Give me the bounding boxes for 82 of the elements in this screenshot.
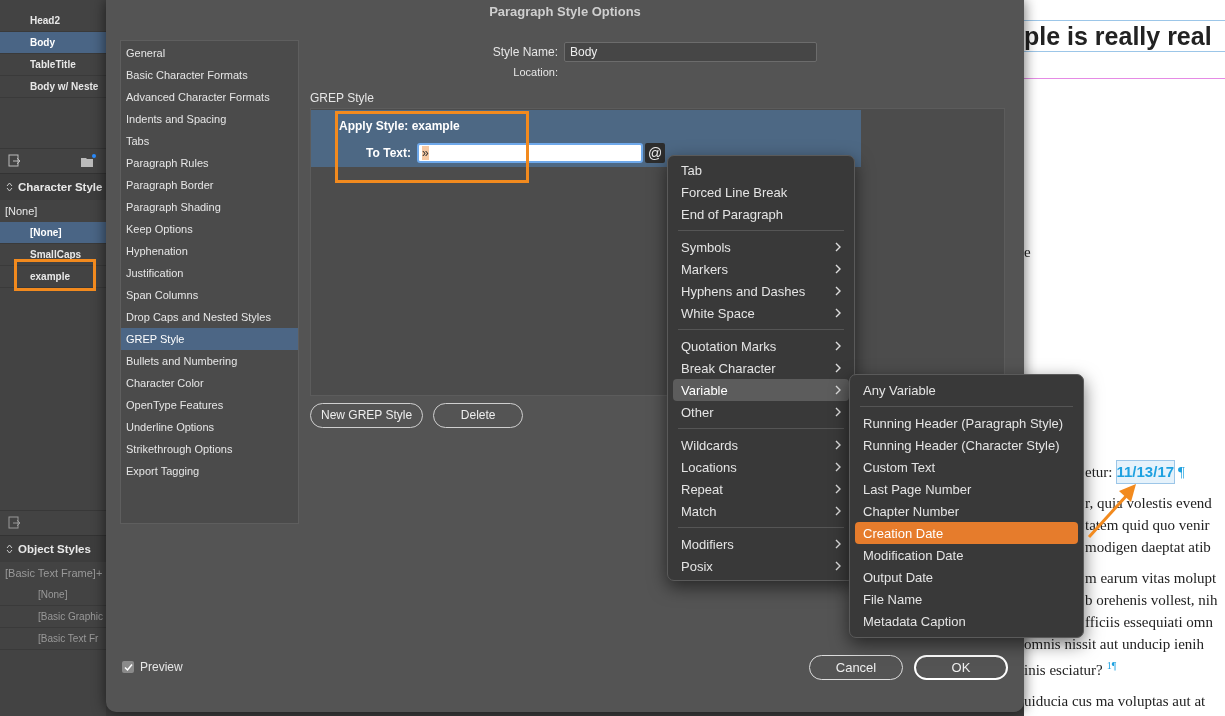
checkbox-label: Preview [140, 660, 183, 674]
category-item[interactable]: Justification [121, 262, 298, 284]
category-item[interactable]: Hyphenation [121, 240, 298, 262]
menu-item[interactable]: Modifiers [673, 533, 849, 555]
category-item[interactable]: Basic Character Formats [121, 64, 298, 86]
folder-icon[interactable] [80, 154, 96, 168]
body-text: m earum vitas molupt [1084, 569, 1218, 588]
menu-item[interactable]: Posix [673, 555, 849, 577]
menu-item[interactable]: Wildcards [673, 434, 849, 456]
category-item[interactable]: GREP Style [121, 328, 298, 350]
menu-item[interactable]: Metadata Caption [855, 610, 1078, 632]
section-title: GREP Style [310, 90, 375, 107]
menu-item[interactable]: Hyphens and Dashes [673, 280, 849, 302]
field-label: Style Name: [491, 45, 558, 59]
menu-item[interactable]: Locations [673, 456, 849, 478]
current-style: [None] [4, 204, 39, 219]
new-style-icon[interactable] [8, 154, 22, 168]
menu-item[interactable]: File Name [855, 588, 1078, 610]
apply-style-label: Apply Style: example [338, 118, 461, 135]
category-item[interactable]: General [121, 42, 298, 64]
preview-checkbox[interactable] [122, 661, 134, 673]
body-text: uiducia cus ma voluptas aut at [1024, 692, 1207, 711]
date-variable: 11/13/17 [1116, 461, 1175, 483]
category-item[interactable]: OpenType Features [121, 394, 298, 416]
grep-rule-row[interactable]: Apply Style: example To Text: » @ [311, 110, 861, 167]
category-item[interactable]: Paragraph Shading [121, 196, 298, 218]
paragraph-style-item[interactable]: Body [0, 32, 106, 54]
category-item[interactable]: Bullets and Numbering [121, 350, 298, 372]
style-item[interactable]: [None] [0, 222, 106, 244]
menu-item[interactable]: Markers [673, 258, 849, 280]
new-style-icon[interactable] [8, 516, 22, 530]
menu-item[interactable]: Any Variable [855, 379, 1078, 401]
dialog-title: Paragraph Style Options [488, 3, 642, 21]
to-text-field[interactable]: » [417, 143, 643, 163]
category-item[interactable]: Export Tagging [121, 460, 298, 482]
body-text: etur: [1085, 463, 1113, 482]
pilcrow-mark: ¶ [1178, 463, 1185, 482]
menu-item[interactable]: Quotation Marks [673, 335, 849, 357]
body-text: omnis nissit aut unducip ienih [1024, 635, 1205, 654]
document-heading: ple is really real [1024, 20, 1225, 52]
field-label: Location: [512, 66, 558, 78]
menu-item[interactable]: Output Date [855, 566, 1078, 588]
panel-title: Object Styles [18, 543, 91, 555]
category-item[interactable]: Character Color [121, 372, 298, 394]
menu-item[interactable]: Chapter Number [855, 500, 1078, 522]
category-item[interactable]: Paragraph Border [121, 174, 298, 196]
category-item[interactable]: Paragraph Rules [121, 152, 298, 174]
body-text: fficiis essequiati omn [1084, 613, 1215, 632]
category-item[interactable]: Indents and Spacing [121, 108, 298, 130]
field-label: To Text: [365, 146, 411, 160]
menu-item[interactable]: Other [673, 401, 849, 423]
category-item[interactable]: Tabs [121, 130, 298, 152]
category-item[interactable]: Strikethrough Options [121, 438, 298, 460]
menu-item[interactable]: Repeat [673, 478, 849, 500]
menu-item[interactable]: Break Character [673, 357, 849, 379]
menu-item[interactable]: Forced Line Break [673, 181, 849, 203]
style-name-field[interactable]: Body [564, 42, 817, 62]
sort-arrows-icon[interactable] [6, 182, 13, 192]
menu-item[interactable]: Running Header (Paragraph Style) [855, 412, 1078, 434]
menu-item[interactable]: Variable [673, 379, 849, 401]
menu-item[interactable]: Symbols [673, 236, 849, 258]
current-style: [Basic Text Frame]+ [4, 566, 104, 581]
menu-item[interactable]: Custom Text [855, 456, 1078, 478]
category-item[interactable]: Keep Options [121, 218, 298, 240]
sort-arrows-icon[interactable] [6, 544, 13, 554]
menu-item[interactable]: White Space [673, 302, 849, 324]
menu-item[interactable]: Running Header (Character Style) [855, 434, 1078, 456]
panel-title: Character Style [18, 181, 103, 193]
body-text: b orehenis vollest, nih [1084, 591, 1219, 610]
menu-item[interactable]: Last Page Number [855, 478, 1078, 500]
menu-item[interactable]: Match [673, 500, 849, 522]
category-item[interactable]: Advanced Character Formats [121, 86, 298, 108]
category-item[interactable]: Underline Options [121, 416, 298, 438]
body-text: modigen daeptat atib [1084, 538, 1212, 557]
body-text: e [1024, 243, 1032, 262]
ok-button[interactable]: OK [914, 654, 1008, 680]
body-text: inis esciatur? $^{1¶}$ [1024, 659, 1118, 680]
category-item[interactable]: Span Columns [121, 284, 298, 306]
menu-item[interactable]: Modification Date [855, 544, 1078, 566]
category-item[interactable]: Drop Caps and Nested Styles [121, 306, 298, 328]
special-characters-button[interactable]: @ [645, 143, 665, 163]
menu-item[interactable]: End of Paragraph [673, 203, 849, 225]
